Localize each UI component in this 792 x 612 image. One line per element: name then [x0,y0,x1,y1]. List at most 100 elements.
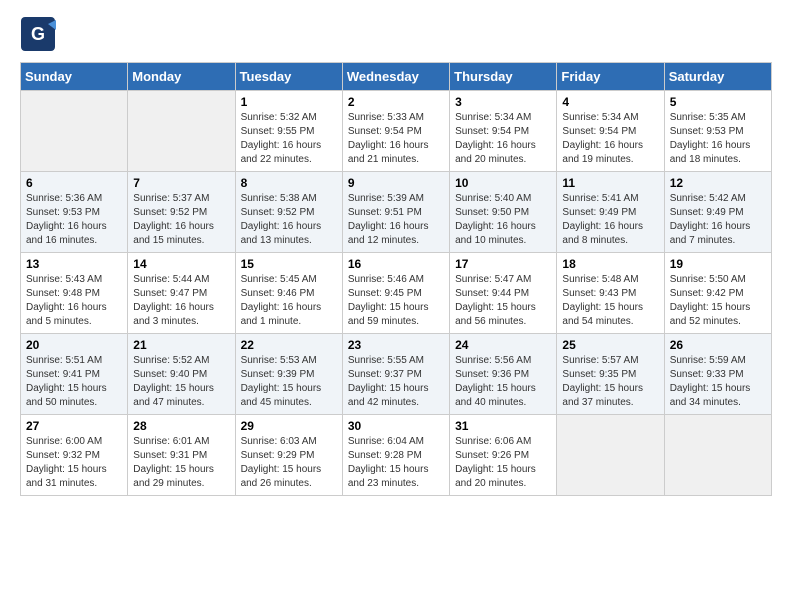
logo-icon: G [20,16,56,52]
day-info: Sunrise: 5:34 AM Sunset: 9:54 PM Dayligh… [455,111,551,167]
day-info: Sunrise: 5:51 AM Sunset: 9:41 PM Dayligh… [26,354,122,410]
calendar-cell [128,91,235,172]
calendar-cell: 23Sunrise: 5:55 AM Sunset: 9:37 PM Dayli… [342,334,449,415]
day-number: 31 [455,419,551,433]
day-info: Sunrise: 5:43 AM Sunset: 9:48 PM Dayligh… [26,273,122,329]
day-number: 11 [562,176,658,190]
day-info: Sunrise: 5:45 AM Sunset: 9:46 PM Dayligh… [241,273,337,329]
day-number: 7 [133,176,229,190]
logo: G [20,16,60,52]
calendar-week-row: 20Sunrise: 5:51 AM Sunset: 9:41 PM Dayli… [21,334,772,415]
day-number: 30 [348,419,444,433]
day-number: 9 [348,176,444,190]
calendar-cell: 15 Sunrise: 5:45 AM Sunset: 9:46 PM Dayli… [235,253,342,334]
day-of-week-header: Sunday [21,63,128,91]
calendar-cell: 19 Sunrise: 5:50 AM Sunset: 9:42 PM Dayli… [664,253,771,334]
day-number: 18 [562,257,658,271]
day-number: 10 [455,176,551,190]
page: G SundayMondayTuesdayWednesdayThursdayFr… [0,0,792,612]
calendar-cell: 8Sunrise: 5:38 AM Sunset: 9:52 PM Daylig… [235,172,342,253]
calendar-cell: 21 Sunrise: 5:52 AM Sunset: 9:40 PM Dayli… [128,334,235,415]
day-number: 21 [133,338,229,352]
day-info: Sunrise: 5:52 AM Sunset: 9:40 PM Dayligh… [133,354,229,410]
day-info: Sunrise: 5:46 AM Sunset: 9:45 PM Dayligh… [348,273,444,329]
day-info: Sunrise: 6:01 AM Sunset: 9:31 PM Dayligh… [133,435,229,491]
calendar-cell: 24Sunrise: 5:56 AM Sunset: 9:36 PM Dayli… [450,334,557,415]
calendar-cell: 1Sunrise: 5:32 AM Sunset: 9:55 PM Daylig… [235,91,342,172]
calendar-cell: 27Sunrise: 6:00 AM Sunset: 9:32 PM Dayli… [21,415,128,496]
day-number: 28 [133,419,229,433]
day-info: Sunrise: 5:50 AM Sunset: 9:42 PM Dayligh… [670,273,766,329]
day-info: Sunrise: 5:32 AM Sunset: 9:55 PM Dayligh… [241,111,337,167]
calendar-week-row: 27Sunrise: 6:00 AM Sunset: 9:32 PM Dayli… [21,415,772,496]
calendar-week-row: 1Sunrise: 5:32 AM Sunset: 9:55 PM Daylig… [21,91,772,172]
calendar-cell: 31 Sunrise: 6:06 AM Sunset: 9:26 PM Dayli… [450,415,557,496]
calendar-cell: 29 Sunrise: 6:03 AM Sunset: 9:29 PM Dayli… [235,415,342,496]
calendar-cell: 26Sunrise: 5:59 AM Sunset: 9:33 PM Dayli… [664,334,771,415]
day-info: Sunrise: 5:36 AM Sunset: 9:53 PM Dayligh… [26,192,122,248]
day-of-week-header: Wednesday [342,63,449,91]
calendar-cell [664,415,771,496]
calendar-week-row: 13 Sunrise: 5:43 AM Sunset: 9:48 PM Dayli… [21,253,772,334]
day-info: Sunrise: 5:33 AM Sunset: 9:54 PM Dayligh… [348,111,444,167]
day-number: 2 [348,95,444,109]
day-number: 15 [241,257,337,271]
day-info: Sunrise: 5:47 AM Sunset: 9:44 PM Dayligh… [455,273,551,329]
day-of-week-header: Monday [128,63,235,91]
header: G [20,16,772,52]
calendar-cell: 6 Sunrise: 5:36 AM Sunset: 9:53 PM Daylig… [21,172,128,253]
day-info: Sunrise: 5:57 AM Sunset: 9:35 PM Dayligh… [562,354,658,410]
calendar-cell: 7 Sunrise: 5:37 AM Sunset: 9:52 PM Daylig… [128,172,235,253]
day-number: 27 [26,419,122,433]
calendar-cell: 22 Sunrise: 5:53 AM Sunset: 9:39 PM Dayli… [235,334,342,415]
day-number: 8 [241,176,337,190]
day-info: Sunrise: 5:44 AM Sunset: 9:47 PM Dayligh… [133,273,229,329]
calendar-table: SundayMondayTuesdayWednesdayThursdayFrid… [20,62,772,496]
svg-text:G: G [31,24,45,44]
day-number: 19 [670,257,766,271]
day-of-week-header: Friday [557,63,664,91]
day-number: 16 [348,257,444,271]
calendar-cell: 14 Sunrise: 5:44 AM Sunset: 9:47 PM Dayli… [128,253,235,334]
calendar-cell: 18 Sunrise: 5:48 AM Sunset: 9:43 PM Dayli… [557,253,664,334]
day-number: 29 [241,419,337,433]
day-info: Sunrise: 5:53 AM Sunset: 9:39 PM Dayligh… [241,354,337,410]
day-of-week-header: Saturday [664,63,771,91]
calendar-cell: 9 Sunrise: 5:39 AM Sunset: 9:51 PM Daylig… [342,172,449,253]
calendar-cell: 5Sunrise: 5:35 AM Sunset: 9:53 PM Daylig… [664,91,771,172]
day-number: 13 [26,257,122,271]
day-info: Sunrise: 5:34 AM Sunset: 9:54 PM Dayligh… [562,111,658,167]
calendar-cell: 17 Sunrise: 5:47 AM Sunset: 9:44 PM Dayli… [450,253,557,334]
day-of-week-header: Thursday [450,63,557,91]
day-number: 6 [26,176,122,190]
calendar-cell: 16 Sunrise: 5:46 AM Sunset: 9:45 PM Dayli… [342,253,449,334]
calendar-cell: 10 Sunrise: 5:40 AM Sunset: 9:50 PM Dayli… [450,172,557,253]
calendar-cell: 30Sunrise: 6:04 AM Sunset: 9:28 PM Dayli… [342,415,449,496]
day-info: Sunrise: 6:03 AM Sunset: 9:29 PM Dayligh… [241,435,337,491]
day-number: 22 [241,338,337,352]
day-info: Sunrise: 5:42 AM Sunset: 9:49 PM Dayligh… [670,192,766,248]
day-number: 26 [670,338,766,352]
calendar-cell [557,415,664,496]
day-of-week-header: Tuesday [235,63,342,91]
day-number: 17 [455,257,551,271]
calendar-cell: 4Sunrise: 5:34 AM Sunset: 9:54 PM Daylig… [557,91,664,172]
day-info: Sunrise: 5:40 AM Sunset: 9:50 PM Dayligh… [455,192,551,248]
day-info: Sunrise: 5:35 AM Sunset: 9:53 PM Dayligh… [670,111,766,167]
calendar-cell: 2 Sunrise: 5:33 AM Sunset: 9:54 PM Daylig… [342,91,449,172]
calendar-cell: 3Sunrise: 5:34 AM Sunset: 9:54 PM Daylig… [450,91,557,172]
calendar-cell: 13 Sunrise: 5:43 AM Sunset: 9:48 PM Dayli… [21,253,128,334]
day-number: 23 [348,338,444,352]
calendar-cell: 25 Sunrise: 5:57 AM Sunset: 9:35 PM Dayli… [557,334,664,415]
day-number: 25 [562,338,658,352]
day-info: Sunrise: 5:56 AM Sunset: 9:36 PM Dayligh… [455,354,551,410]
day-info: Sunrise: 5:37 AM Sunset: 9:52 PM Dayligh… [133,192,229,248]
header-row: SundayMondayTuesdayWednesdayThursdayFrid… [21,63,772,91]
day-number: 14 [133,257,229,271]
calendar-cell: 28 Sunrise: 6:01 AM Sunset: 9:31 PM Dayli… [128,415,235,496]
day-info: Sunrise: 5:48 AM Sunset: 9:43 PM Dayligh… [562,273,658,329]
calendar-week-row: 6 Sunrise: 5:36 AM Sunset: 9:53 PM Daylig… [21,172,772,253]
day-info: Sunrise: 5:39 AM Sunset: 9:51 PM Dayligh… [348,192,444,248]
calendar-cell: 11Sunrise: 5:41 AM Sunset: 9:49 PM Dayli… [557,172,664,253]
day-info: Sunrise: 6:06 AM Sunset: 9:26 PM Dayligh… [455,435,551,491]
